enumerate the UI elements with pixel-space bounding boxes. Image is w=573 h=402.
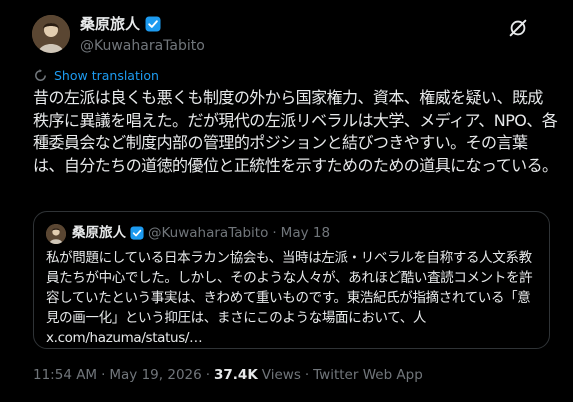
meta-separator: · bbox=[304, 367, 310, 383]
grok-button[interactable] bbox=[507, 17, 531, 41]
quoted-author-avatar bbox=[46, 224, 66, 244]
grok-icon bbox=[509, 19, 527, 37]
quoted-separator: · bbox=[272, 225, 277, 241]
profile-photo-icon bbox=[32, 15, 70, 53]
tweet-detail: 桑原旅人 @KuwaharaTabito Show translation 昔の… bbox=[0, 0, 573, 402]
show-translation-link[interactable]: Show translation bbox=[33, 68, 159, 83]
author-handle[interactable]: @KuwaharaTabito bbox=[80, 38, 205, 55]
views-label: Views bbox=[261, 367, 301, 383]
tweet-date[interactable]: May 19, 2026 bbox=[109, 366, 201, 384]
tweet-metadata: 11:54 AM · May 19, 2026 · 37.4K Views · … bbox=[33, 366, 423, 384]
quoted-author-name: 桑原旅人 bbox=[72, 225, 126, 241]
meta-separator: · bbox=[205, 367, 211, 383]
quoted-author-handle: @KuwaharaTabito bbox=[148, 225, 269, 241]
profile-photo-icon bbox=[46, 224, 66, 244]
author-display-name[interactable]: 桑原旅人 bbox=[80, 15, 140, 33]
quoted-date: May 18 bbox=[280, 225, 331, 241]
tweet-source[interactable]: Twitter Web App bbox=[313, 366, 423, 384]
verified-badge-icon[interactable] bbox=[145, 16, 161, 32]
quoted-tweet-header: 桑原旅人 @KuwaharaTabito · May 18 bbox=[72, 224, 330, 242]
translate-icon bbox=[35, 69, 46, 81]
author-avatar[interactable] bbox=[32, 15, 70, 53]
verified-badge-icon bbox=[130, 226, 144, 240]
tweet-text: 昔の左派は良くも悪くも制度の外から国家権力、資本、権威を疑い、既成秩序に異議を唱… bbox=[33, 88, 558, 175]
meta-separator: · bbox=[101, 367, 106, 383]
quoted-tweet-text: 私が問題にしている日本ラカン協会も、当時は左派・リベラルを自称する人文系教員たち… bbox=[46, 250, 533, 346]
author-name-row[interactable]: 桑原旅人 bbox=[80, 15, 161, 33]
quoted-tweet[interactable]: 桑原旅人 @KuwaharaTabito · May 18 私が問題にしている日… bbox=[33, 211, 550, 349]
show-translation-label[interactable]: Show translation bbox=[54, 68, 159, 83]
views-count: 37.4K bbox=[214, 367, 258, 383]
tweet-time[interactable]: 11:54 AM bbox=[33, 366, 97, 384]
